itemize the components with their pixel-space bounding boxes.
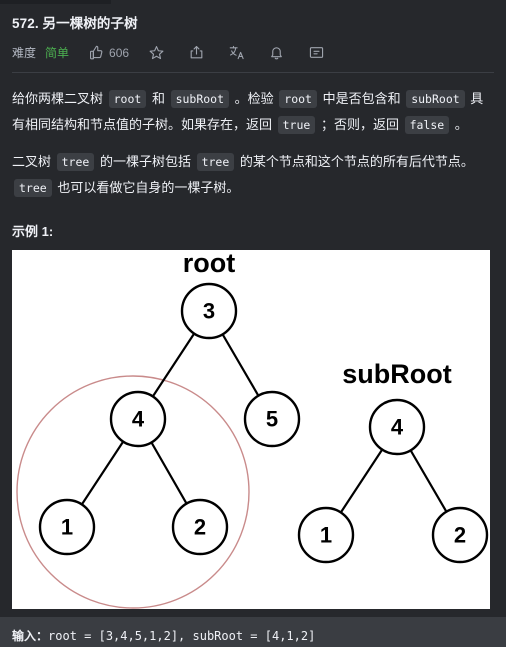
example-figure-wrapper: 3 4 5 1 2 4 1 2 root subRoot (0, 250, 506, 609)
like-count: 606 (109, 45, 130, 60)
subroot-tree-node: 4 (368, 398, 426, 456)
feedback-button[interactable] (309, 45, 329, 60)
svg-text:4: 4 (391, 415, 404, 440)
example-input-label: 输入： (12, 629, 49, 643)
inline-code-false: false (404, 116, 450, 134)
translate-icon (229, 45, 244, 60)
subroot-tree-label: subRoot (342, 359, 451, 389)
svg-text:1: 1 (61, 515, 73, 540)
share-icon (189, 45, 204, 60)
header-divider (12, 72, 494, 73)
meta-action-row: 难度 简单 606 (0, 34, 506, 64)
subroot-tree-node: 2 (431, 506, 489, 564)
description-paragraph-2: 二叉树 tree 的一棵子树包括 tree 的某个节点和这个节点的所有后代节点。… (12, 149, 494, 201)
desc1-text-6: ；否则，返回 (317, 117, 403, 132)
content-area: 572. 另一棵树的子树 难度 简单 606 给你两棵二叉树 root 和 su… (0, 4, 506, 647)
desc2-text-4: 也可以看做它自身的一棵子树。 (53, 180, 240, 195)
star-icon (149, 45, 164, 60)
root-tree-node: 2 (171, 498, 229, 556)
root-tree-node: 4 (109, 390, 167, 448)
example-input-codeblock: 输入：root = [3,4,5,1,2], subRoot = [4,1,2] (0, 617, 506, 647)
share-button[interactable] (189, 45, 209, 60)
page-title: 572. 另一棵树的子树 (12, 16, 138, 31)
example-input-line: 输入：root = [3,4,5,1,2], subRoot = [4,1,2] (12, 628, 494, 644)
example-input-value: root = [3,4,5,1,2], subRoot = [4,1,2] (48, 629, 316, 643)
binary-tree-figure: 3 4 5 1 2 4 1 2 root subRoot (12, 250, 490, 609)
inline-code-true: true (277, 116, 316, 134)
svg-text:3: 3 (203, 299, 215, 324)
svg-text:2: 2 (194, 515, 206, 540)
desc1-text-2: 和 (148, 91, 169, 106)
binary-tree-diagram: 3 4 5 1 2 4 1 2 root subRoot (16, 250, 489, 609)
inline-code-tree-1: tree (56, 153, 95, 171)
desc2-text-3: 的某个节点和这个节点的所有后代节点。 (236, 154, 474, 169)
example-heading: 示例 1: (12, 224, 54, 239)
svg-text:4: 4 (132, 407, 145, 432)
feedback-icon (309, 45, 324, 60)
svg-text:1: 1 (320, 523, 332, 548)
inline-code-subroot-2: subRoot (406, 90, 465, 108)
root-tree-node: 3 (180, 282, 238, 340)
inline-code-tree-3: tree (14, 179, 52, 197)
desc1-text-3: 。检验 (231, 91, 278, 106)
translate-button[interactable] (229, 45, 249, 60)
svg-text:2: 2 (454, 523, 466, 548)
inline-code-tree-2: tree (196, 153, 235, 171)
bell-icon (269, 45, 284, 60)
description-body: 给你两棵二叉树 root 和 subRoot 。检验 root 中是否包含和 s… (0, 86, 506, 201)
desc2-text-2: 的一棵子树包括 (96, 154, 195, 169)
root-tree-node: 1 (38, 498, 96, 556)
root-tree-label: root (183, 250, 235, 278)
difficulty-badge[interactable]: 简单 (45, 44, 69, 61)
like-button[interactable]: 606 (89, 45, 129, 60)
description-paragraph-1: 给你两棵二叉树 root 和 subRoot 。检验 root 中是否包含和 s… (12, 86, 494, 138)
svg-text:5: 5 (266, 407, 278, 432)
inline-code-root-2: root (279, 90, 317, 108)
desc1-text-4: 中是否包含和 (318, 91, 405, 106)
root-tree-node: 5 (243, 390, 301, 448)
desc2-text-1: 二叉树 (12, 154, 55, 169)
problem-description-panel: 572. 另一棵树的子树 难度 简单 606 给你两棵二叉树 root 和 su… (0, 0, 506, 647)
title-row: 572. 另一棵树的子树 (0, 4, 506, 34)
thumbs-up-icon (89, 45, 104, 60)
inline-code-subroot-1: subRoot (170, 90, 230, 108)
desc1-text-7: 。 (451, 117, 468, 132)
desc1-text-1: 给你两棵二叉树 (12, 91, 107, 106)
difficulty-label: 难度 (12, 46, 37, 60)
notify-button[interactable] (269, 45, 289, 60)
favorite-button[interactable] (149, 45, 169, 60)
inline-code-root-1: root (108, 90, 147, 108)
subroot-tree-node: 1 (297, 506, 355, 564)
